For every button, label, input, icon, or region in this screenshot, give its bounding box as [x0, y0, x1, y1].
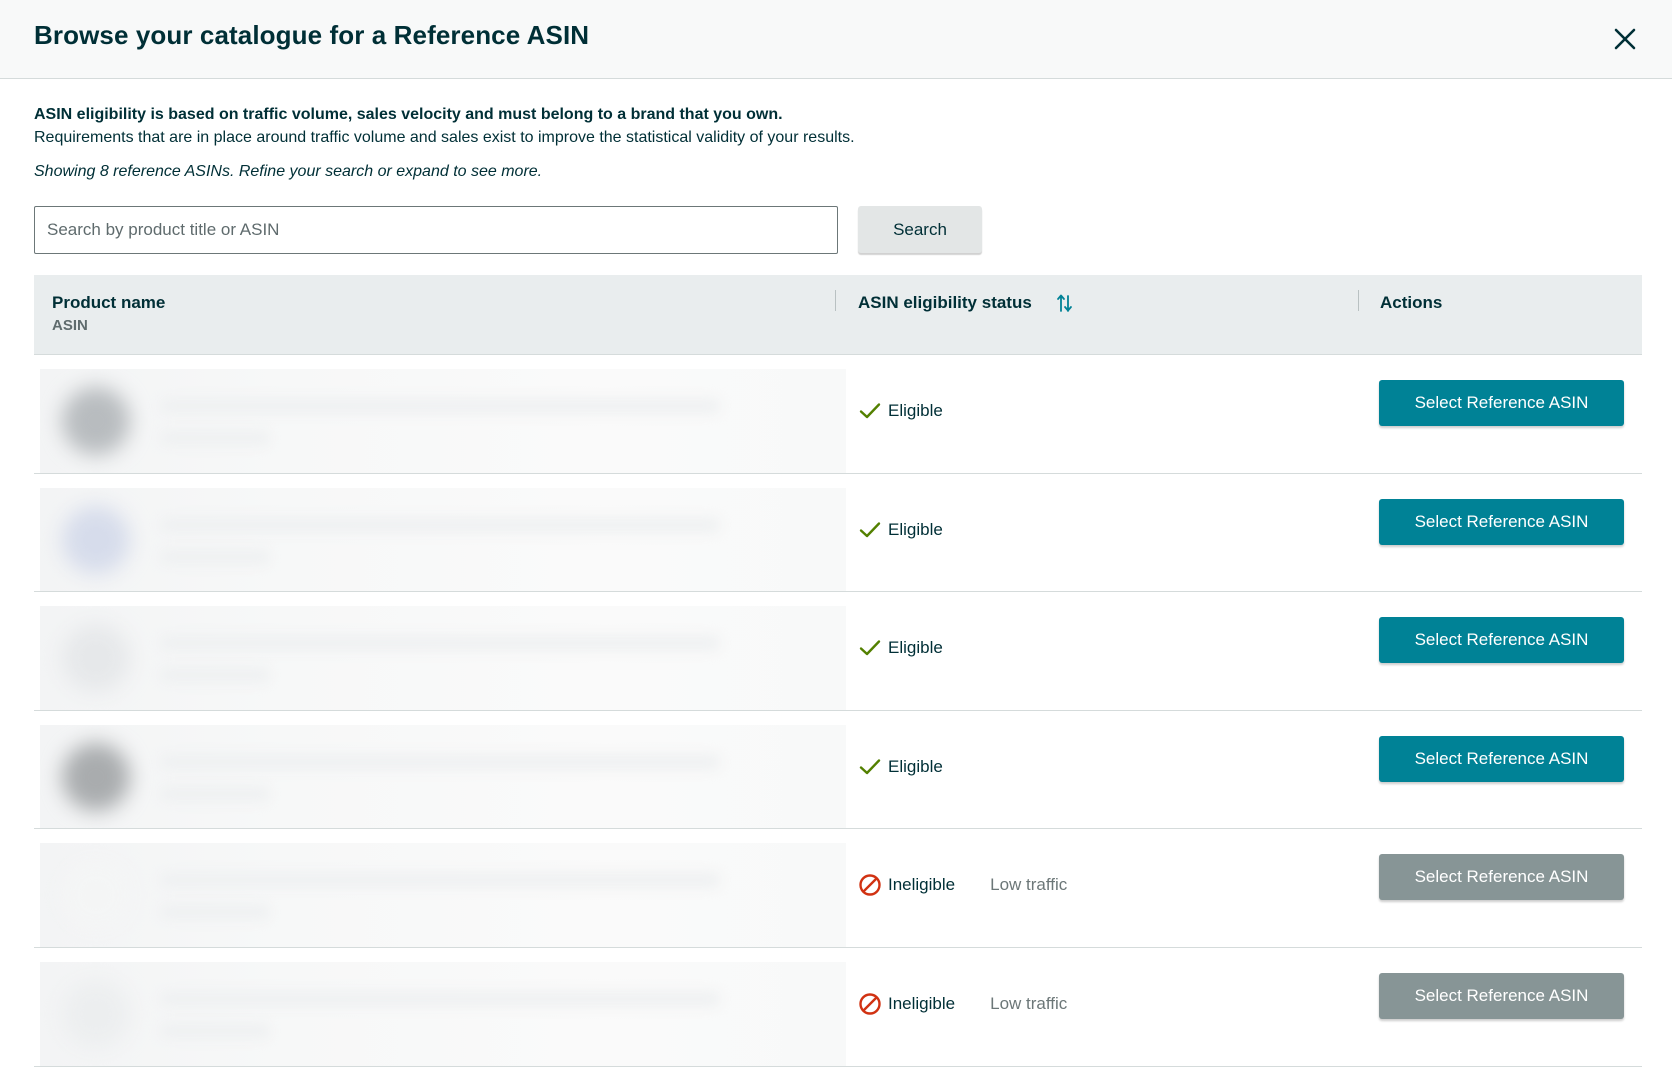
eligibility-status: Eligible [858, 755, 943, 779]
product-asin-redacted [160, 1023, 270, 1038]
column-actions: Actions [1380, 293, 1443, 312]
sort-icon[interactable] [1055, 292, 1075, 314]
table-row: Eligible Select Reference ASIN [34, 592, 1642, 711]
search-input[interactable] [34, 206, 838, 254]
status-label: Eligible [888, 638, 943, 658]
select-reference-asin-button[interactable]: Select Reference ASIN [1379, 380, 1624, 426]
table-row: Eligible Select Reference ASIN [34, 474, 1642, 593]
ineligibility-reason: Low traffic [990, 875, 1068, 895]
table-row: Ineligible Low traffic Select Reference … [34, 829, 1642, 948]
product-thumbnail [62, 387, 130, 455]
eligibility-status: Ineligible Low traffic [858, 873, 1067, 897]
check-icon [858, 518, 882, 542]
select-reference-asin-button[interactable]: Select Reference ASIN [1379, 972, 1624, 1019]
product-asin-redacted [160, 668, 270, 683]
product-title-redacted [160, 754, 720, 769]
product-asin-redacted [160, 905, 270, 920]
search-button[interactable]: Search [858, 206, 982, 253]
select-reference-asin-button[interactable]: Select Reference ASIN [1379, 498, 1624, 545]
requirements-note: Requirements that are in place around tr… [34, 129, 855, 146]
product-thumbnail [62, 505, 130, 574]
column-product-name: Product name [52, 293, 166, 312]
status-label: Ineligible [888, 993, 956, 1013]
status-label: Eligible [888, 519, 943, 539]
product-cell-redacted [40, 724, 846, 829]
product-cell-redacted [40, 487, 846, 592]
row-divider [34, 1065, 1642, 1067]
prohibited-icon [858, 992, 882, 1016]
product-thumbnail [62, 624, 130, 693]
close-button[interactable] [1608, 22, 1642, 56]
check-icon [858, 755, 882, 779]
column-eligibility-status[interactable]: ASIN eligibility status [858, 293, 1032, 313]
product-asin-redacted [160, 786, 270, 801]
modal-title: Browse your catalogue for a Reference AS… [34, 20, 590, 50]
product-thumbnail [62, 861, 130, 930]
product-title-redacted [160, 636, 720, 651]
product-cell-redacted [40, 369, 846, 473]
select-reference-asin-button[interactable]: Select Reference ASIN [1379, 617, 1624, 664]
eligibility-status: Eligible [858, 518, 943, 542]
table-row: Eligible Select Reference ASIN [34, 711, 1642, 830]
eligibility-note: ASIN eligibility is based on traffic vol… [34, 106, 783, 123]
product-thumbnail [62, 742, 130, 811]
asin-table: Product name ASIN ASIN eligibility statu… [34, 275, 1642, 1067]
status-label: Ineligible [888, 875, 956, 895]
table-row: Ineligible Low traffic Select Reference … [34, 948, 1642, 1067]
product-asin-redacted [160, 431, 270, 445]
column-divider [1358, 290, 1359, 311]
column-asin: ASIN [52, 317, 88, 334]
product-thumbnail [62, 979, 130, 1048]
prohibited-icon [858, 873, 882, 897]
table-row: Eligible Select Reference ASIN [34, 355, 1642, 474]
table-header: Product name ASIN ASIN eligibility statu… [34, 275, 1642, 355]
status-label: Eligible [888, 756, 943, 776]
product-title-redacted [160, 399, 720, 413]
product-title-redacted [160, 517, 720, 532]
check-icon [858, 636, 882, 660]
select-reference-asin-button[interactable]: Select Reference ASIN [1379, 735, 1624, 782]
eligibility-status: Eligible [858, 399, 943, 423]
table-body: Eligible Select Reference ASIN Eligible … [34, 355, 1642, 1067]
modal-header: Browse your catalogue for a Reference AS… [0, 0, 1672, 79]
results-count-note: Showing 8 reference ASINs. Refine your s… [34, 163, 543, 180]
product-asin-redacted [160, 549, 270, 564]
check-icon [858, 399, 882, 423]
eligibility-status: Ineligible Low traffic [858, 992, 1067, 1016]
column-divider [835, 290, 836, 311]
ineligibility-reason: Low traffic [990, 993, 1068, 1013]
product-cell-redacted [40, 606, 846, 711]
product-cell-redacted [40, 843, 846, 948]
close-icon [1614, 28, 1636, 50]
eligibility-status: Eligible [858, 636, 943, 660]
status-label: Eligible [888, 401, 943, 420]
product-cell-redacted [40, 961, 846, 1066]
select-reference-asin-button[interactable]: Select Reference ASIN [1379, 854, 1624, 901]
product-title-redacted [160, 873, 720, 888]
intro: ASIN eligibility is based on traffic vol… [34, 104, 1634, 183]
product-title-redacted [160, 991, 720, 1006]
